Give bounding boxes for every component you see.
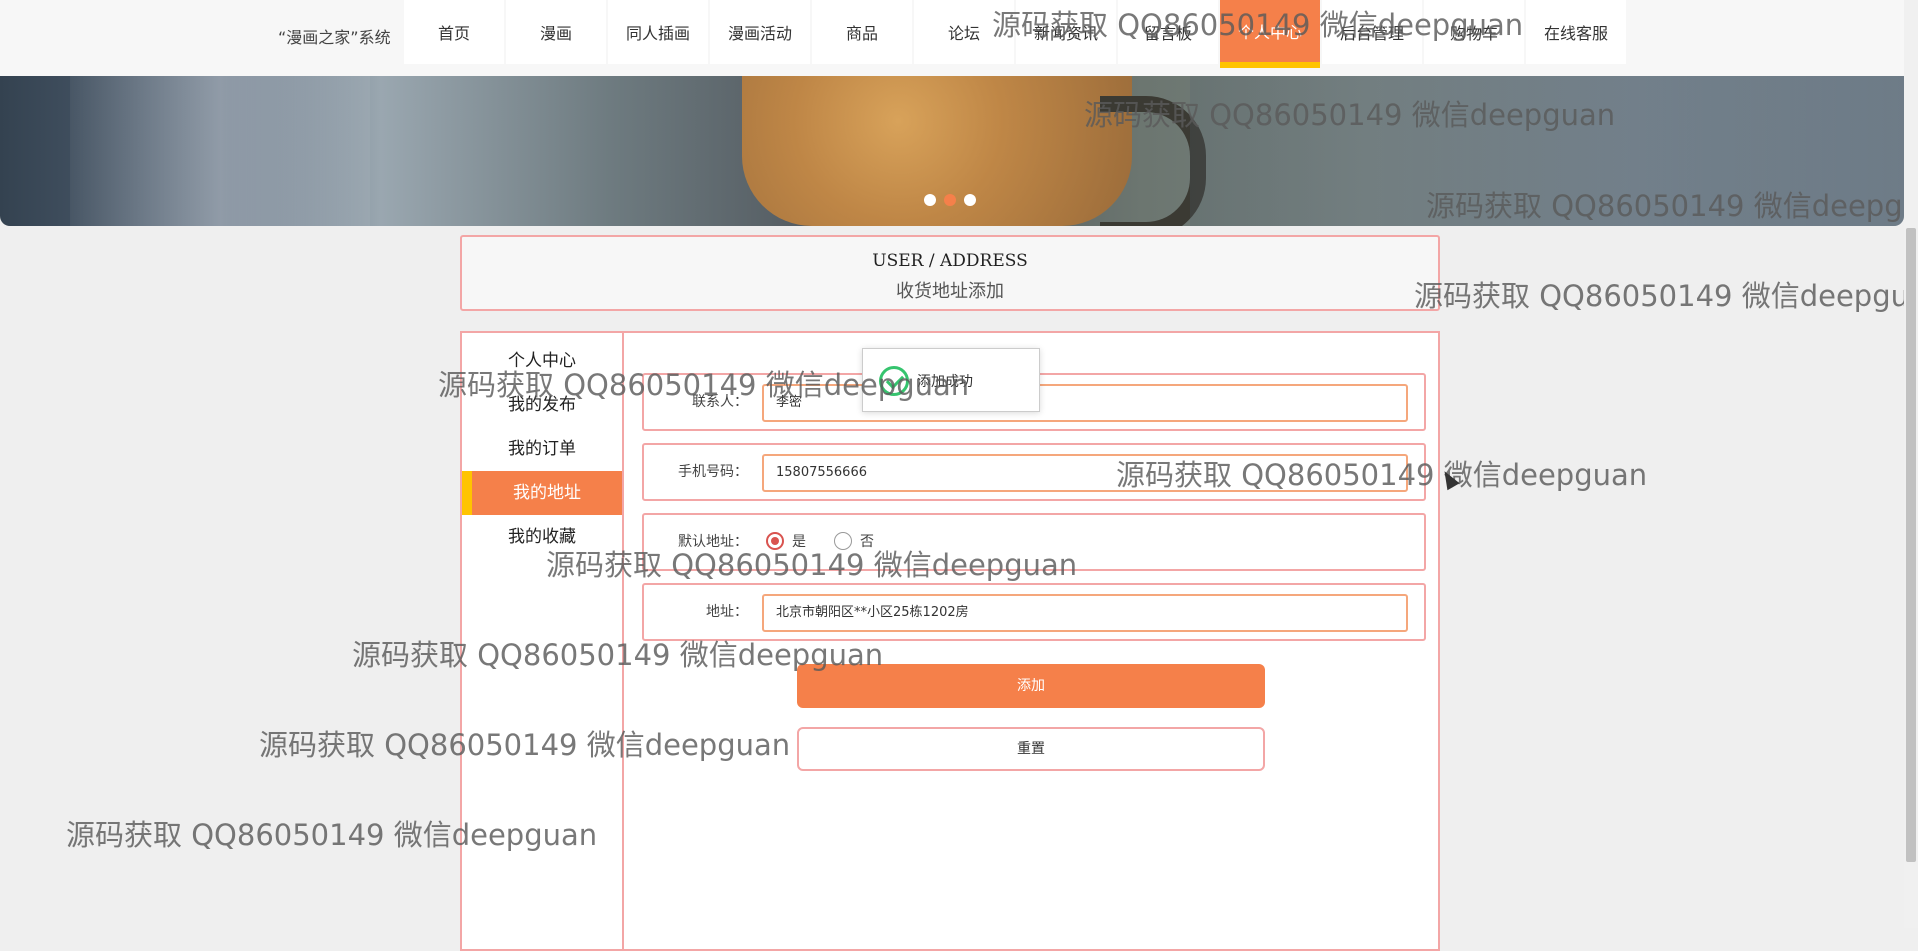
- user-sidebar: 个人中心 我的发布 我的订单 我的地址 我的收藏: [462, 333, 624, 949]
- nav-item-admin[interactable]: 后台管理: [1322, 0, 1422, 64]
- nav-item-cart[interactable]: 购物车: [1424, 0, 1524, 64]
- nav-item-comics[interactable]: 漫画: [506, 0, 606, 64]
- contact-label: 联系人：: [692, 394, 748, 410]
- default-yes-label: 是: [792, 534, 806, 550]
- default-address-radio-group: 是 否: [766, 531, 902, 551]
- top-navbar: “漫画之家”系统 首页 漫画 同人插画 漫画活动 商品 论坛 新闻资讯 留言板 …: [0, 0, 1918, 76]
- nav-item-news[interactable]: 新闻资讯: [1016, 0, 1116, 64]
- scrollbar-thumb[interactable]: [1906, 228, 1916, 862]
- carousel-dot[interactable]: [964, 194, 976, 206]
- sidebar-item-my-posts[interactable]: 我的发布: [462, 383, 622, 427]
- default-address-row: 默认地址： 是 否: [642, 513, 1426, 571]
- success-toast: 添加成功: [862, 348, 1040, 412]
- banner-image-glass: [70, 76, 370, 226]
- nav-item-customer-service[interactable]: 在线客服: [1526, 0, 1626, 64]
- carousel-dot[interactable]: [924, 194, 936, 206]
- site-name: “漫画之家”系统: [278, 28, 391, 47]
- add-button[interactable]: 添加: [797, 664, 1265, 708]
- nav-item-message-board[interactable]: 留言板: [1118, 0, 1218, 64]
- check-circle-icon: [879, 366, 909, 396]
- sidebar-item-my-address[interactable]: 我的地址: [462, 471, 622, 515]
- toast-message: 添加成功: [917, 374, 973, 390]
- address-label: 地址：: [706, 604, 748, 620]
- nav-item-home[interactable]: 首页: [404, 0, 504, 64]
- sidebar-item-my-orders[interactable]: 我的订单: [462, 427, 622, 471]
- address-panel: 个人中心 我的发布 我的订单 我的地址 我的收藏 联系人： 李密 手机号码： 1…: [460, 331, 1440, 951]
- nav-item-products[interactable]: 商品: [812, 0, 912, 64]
- default-no-radio[interactable]: [834, 532, 852, 550]
- default-no-label: 否: [860, 534, 874, 550]
- nav-item-forum[interactable]: 论坛: [914, 0, 1014, 64]
- carousel-dot-active[interactable]: [944, 194, 956, 206]
- nav-item-fan-art[interactable]: 同人插画: [608, 0, 708, 64]
- address-row: 地址： 北京市朝阳区**小区25栋1202房: [642, 583, 1426, 641]
- mouse-cursor-icon: [1438, 467, 1460, 491]
- carousel-indicators: [924, 194, 980, 212]
- watermark-text: 源码获取 QQ86050149 微信deepguan: [1414, 279, 1918, 313]
- nav-item-comic-events[interactable]: 漫画活动: [710, 0, 810, 64]
- reset-button[interactable]: 重置: [797, 727, 1265, 771]
- default-address-label: 默认地址：: [678, 534, 748, 550]
- main-nav: 首页 漫画 同人插画 漫画活动 商品 论坛 新闻资讯 留言板 个人中心 后台管理…: [404, 0, 1628, 76]
- page-scrollbar[interactable]: [1904, 0, 1918, 928]
- banner-carousel: [0, 76, 1904, 226]
- page-title-box: USER / ADDRESS 收货地址添加: [460, 235, 1440, 311]
- page-title: 收货地址添加: [896, 281, 1004, 302]
- sidebar-item-my-favorites[interactable]: 我的收藏: [462, 515, 622, 559]
- address-input[interactable]: 北京市朝阳区**小区25栋1202房: [762, 594, 1408, 632]
- nav-item-user-center[interactable]: 个人中心: [1220, 0, 1320, 68]
- phone-row: 手机号码： 15807556666: [642, 443, 1426, 501]
- sidebar-item-user-center[interactable]: 个人中心: [462, 339, 622, 383]
- banner-image-background: [1190, 76, 1904, 226]
- contact-input[interactable]: 李密: [762, 384, 1408, 422]
- phone-input[interactable]: 15807556666: [762, 454, 1408, 492]
- default-yes-radio[interactable]: [766, 532, 784, 550]
- page-title-en: USER / ADDRESS: [872, 251, 1028, 271]
- phone-label: 手机号码：: [678, 464, 748, 480]
